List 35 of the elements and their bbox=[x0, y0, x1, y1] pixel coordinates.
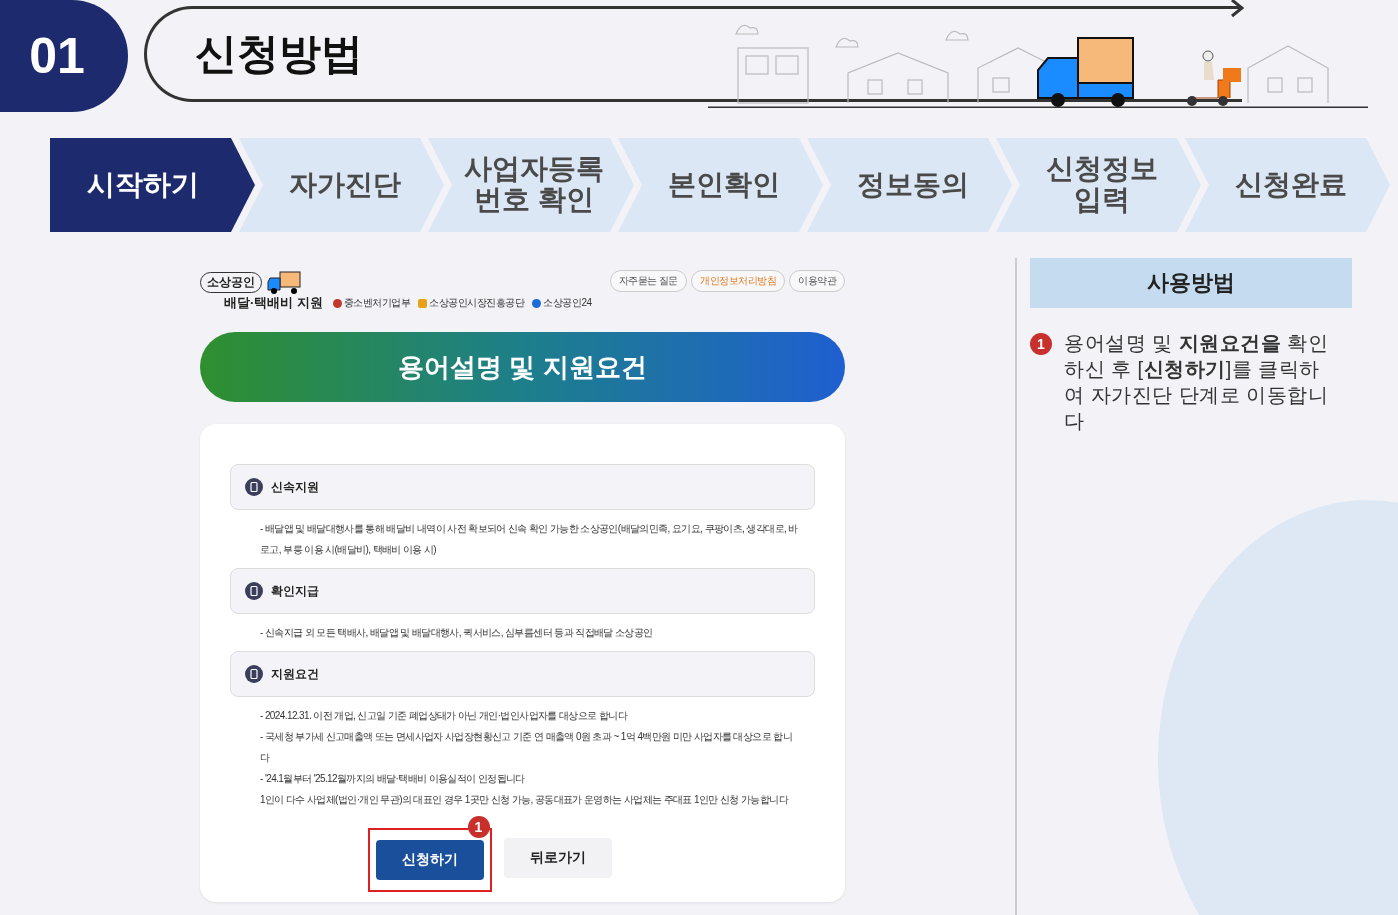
progress-step: 자가진단 bbox=[239, 138, 444, 232]
section-banner: 용어설명 및 지원요건 bbox=[200, 332, 845, 402]
header-link[interactable]: 이용약관 bbox=[789, 270, 845, 292]
page-title: 신청방법 bbox=[195, 29, 363, 79]
logo-title: 배달·택배비 지원 bbox=[224, 294, 323, 312]
requirement-text: - 국세청 부가세 신고매출액 또는 면세사업자 사업장현황신고 기준 연 매출액 0원 초과 ~ 1억 4백만원 미만 사업자를 대상으로 합니다 bbox=[260, 730, 794, 765]
truck-icon bbox=[266, 270, 302, 294]
document-icon bbox=[245, 665, 263, 683]
progress-step: 사업자등록 번호 확인 bbox=[428, 138, 634, 232]
progress-step: 본인확인 bbox=[618, 138, 823, 232]
section-header: 지원요건 bbox=[230, 651, 815, 697]
agency-logo: 소상공인시장진흥공단 bbox=[418, 296, 525, 310]
section-header: 확인지급 bbox=[230, 568, 815, 614]
progress-step: 신청완료 bbox=[1185, 138, 1390, 232]
agency-logo: 중소벤처기업부 bbox=[332, 296, 411, 310]
guide-heading: 사용방법 bbox=[1030, 258, 1352, 308]
requirement-text: - 2024.12.31. 이전 개업, 신고일 기준 폐업상태가 아닌 개인·법인사업자를 대상으로 합니다 bbox=[260, 709, 629, 723]
section-header: 신속지원 bbox=[230, 464, 815, 510]
document-icon bbox=[245, 582, 263, 600]
progress-step: 정보동의 bbox=[807, 138, 1012, 232]
progress-step: 신청정보 입력 bbox=[996, 138, 1201, 232]
progress-step: 시작하기 bbox=[50, 138, 255, 232]
requirement-text: 1인이 다수 사업체(법인·개인 무관)의 대표인 경우 1곳만 신청 가능, 공동대표가 운영하는 사업체는 주대표 1인만 신청 가능합니다 bbox=[260, 793, 790, 807]
instruction-text: 용어설명 및 지원요건을 확인하신 후 [신청하기]를 클릭하여 자가진단 단계로 이동합니다 bbox=[1064, 331, 1330, 434]
step-number-badge: 1 bbox=[1030, 333, 1052, 355]
step-number-badge: 01 bbox=[0, 0, 128, 112]
action-button[interactable]: 뒤로가기 bbox=[503, 838, 612, 878]
requirement-text: - 신속지급 외 모든 택배사, 배달앱 및 배달대행사, 퀵서비스, 심부름센터 등과 직접배달 소상공인 bbox=[260, 626, 654, 640]
document-icon bbox=[245, 478, 263, 496]
agency-logo: 소상공인24 bbox=[532, 296, 592, 310]
header-link[interactable]: 자주묻는 질문 bbox=[609, 270, 687, 292]
step-callout-badge: 1 bbox=[467, 816, 490, 838]
requirement-text: - 배달앱 및 배달대행사를 통해 배달비 내역이 사전 확보되어 신속 확인 가능한 소상공인(배달의민족, 요기요, 쿠팡이츠, 생각대로, 바로고, 부릉 이용 시(배달비), 택배비 이용 시) bbox=[260, 522, 799, 557]
requirement-text: - '24.1월부터 '25.12월까지의 배달·택배비 이용실적이 인정됩니다 bbox=[260, 772, 526, 786]
action-button[interactable]: 신청하기 bbox=[375, 840, 484, 880]
